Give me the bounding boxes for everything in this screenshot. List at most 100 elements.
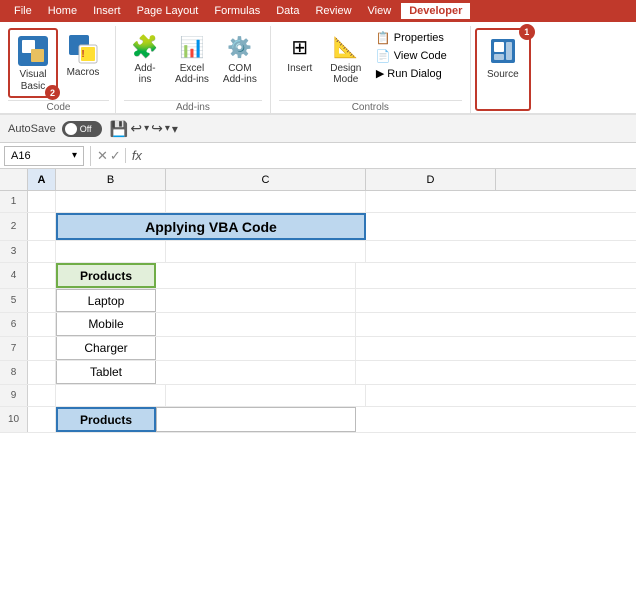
cell-d5[interactable] — [356, 289, 486, 312]
redo-icon[interactable]: ↪ — [151, 120, 163, 137]
menu-data[interactable]: Data — [268, 3, 307, 19]
run-dialog-icon: ▶ — [376, 67, 384, 80]
row-num-3: 3 — [0, 241, 28, 262]
name-box[interactable]: A16 ▾ — [4, 146, 84, 166]
autosave-toggle[interactable]: Off — [62, 121, 102, 137]
toggle-off-label: Off — [80, 124, 92, 134]
cell-d2[interactable] — [366, 213, 496, 240]
view-code-label: View Code — [394, 50, 447, 62]
cell-c8[interactable] — [156, 361, 356, 384]
cell-b5[interactable]: Laptop — [56, 289, 156, 312]
cell-a10[interactable] — [28, 407, 56, 432]
cell-b8[interactable]: Tablet — [56, 361, 156, 384]
table-row: 6 Mobile — [0, 313, 636, 337]
cell-d8[interactable] — [356, 361, 486, 384]
menu-developer[interactable]: Developer — [399, 1, 472, 21]
confirm-formula-icon[interactable]: ✓ — [110, 148, 121, 164]
design-mode-icon: 📐 — [330, 31, 362, 63]
run-dialog-button[interactable]: ▶ Run Dialog — [373, 66, 450, 81]
macros-button[interactable]: ! Macros — [60, 28, 106, 82]
table-row: 3 — [0, 241, 636, 263]
cell-d7[interactable] — [356, 337, 486, 360]
properties-label: Properties — [394, 32, 444, 44]
properties-button[interactable]: 📋 Properties — [373, 30, 450, 46]
ribbon: VisualBasic 2 ! Macros C — [0, 22, 636, 115]
menu-bar: File Home Insert Page Layout Formulas Da… — [0, 0, 636, 22]
cell-d1[interactable] — [366, 191, 496, 212]
customize-icon[interactable]: ▾ — [172, 122, 178, 136]
insert-control-button[interactable]: ⊞ Insert — [279, 28, 321, 88]
cell-c1[interactable] — [166, 191, 366, 212]
cancel-formula-icon[interactable]: ✕ — [97, 148, 108, 164]
cell-b9[interactable] — [56, 385, 166, 406]
name-box-dropdown[interactable]: ▾ — [72, 150, 77, 161]
insert-control-icon: ⊞ — [284, 31, 316, 63]
table-row: 2 Applying VBA Code — [0, 213, 636, 241]
menu-file[interactable]: File — [6, 3, 40, 19]
undo-icon[interactable]: ↩ — [130, 120, 142, 137]
cell-c5[interactable] — [156, 289, 356, 312]
design-mode-button[interactable]: 📐 DesignMode — [325, 28, 367, 88]
cell-c9[interactable] — [166, 385, 366, 406]
cell-a8[interactable] — [28, 361, 56, 384]
menu-formulas[interactable]: Formulas — [206, 3, 268, 19]
cell-c3[interactable] — [166, 241, 366, 262]
formula-input[interactable] — [148, 150, 636, 162]
col-header-c[interactable]: C — [166, 169, 366, 190]
excel-add-ins-icon: 📊 — [176, 31, 208, 63]
menu-page-layout[interactable]: Page Layout — [129, 3, 207, 19]
cell-a5[interactable] — [28, 289, 56, 312]
menu-view[interactable]: View — [360, 3, 400, 19]
cell-c7[interactable] — [156, 337, 356, 360]
cell-a9[interactable] — [28, 385, 56, 406]
cell-b7[interactable]: Charger — [56, 337, 156, 360]
cell-b4-header[interactable]: Products — [56, 263, 156, 288]
formula-bar: A16 ▾ ✕ ✓ fx — [0, 143, 636, 169]
com-add-ins-button[interactable]: ⚙️ COMAdd-ins — [218, 28, 262, 88]
menu-insert[interactable]: Insert — [85, 3, 129, 19]
undo-dropdown-icon[interactable]: ▾ — [144, 123, 149, 134]
menu-home[interactable]: Home — [40, 3, 85, 19]
cell-c4[interactable] — [156, 263, 356, 288]
cell-c6[interactable] — [156, 313, 356, 336]
visual-basic-button[interactable]: VisualBasic 2 — [8, 28, 58, 98]
ribbon-group-controls: ⊞ Insert 📐 DesignMode 📋 Properties — [271, 26, 471, 113]
col-header-d[interactable]: D — [366, 169, 496, 190]
properties-icon: 📋 — [376, 31, 391, 45]
cell-a2[interactable] — [28, 213, 56, 240]
cell-a3[interactable] — [28, 241, 56, 262]
row-header-spacer — [0, 169, 28, 190]
cell-b6[interactable]: Mobile — [56, 313, 156, 336]
add-ins-button[interactable]: 🧩 Add-ins — [124, 28, 166, 88]
cell-a6[interactable] — [28, 313, 56, 336]
cell-c10[interactable] — [156, 407, 356, 432]
col-header-a[interactable]: A — [28, 169, 56, 190]
toggle-knob — [65, 123, 77, 135]
excel-add-ins-button[interactable]: 📊 ExcelAdd-ins — [170, 28, 214, 88]
cell-d4[interactable] — [356, 263, 486, 288]
cell-b10-header[interactable]: Products — [56, 407, 156, 432]
save-icon[interactable]: 💾 — [110, 120, 129, 138]
table-row: 10 Products — [0, 407, 636, 433]
cell-d9[interactable] — [366, 385, 496, 406]
cell-b2-merged[interactable]: Applying VBA Code — [56, 213, 366, 240]
source-icon — [485, 33, 521, 69]
com-add-ins-icon: ⚙️ — [224, 31, 256, 63]
row-num-10: 10 — [0, 407, 28, 432]
cell-b1[interactable] — [56, 191, 166, 212]
fx-button[interactable]: fx — [125, 148, 148, 163]
cell-a1[interactable] — [28, 191, 56, 212]
cell-a4[interactable] — [28, 263, 56, 288]
menu-review[interactable]: Review — [307, 3, 359, 19]
source-button[interactable]: 1 Source — [475, 28, 531, 111]
row-num-5: 5 — [0, 289, 28, 312]
cell-a7[interactable] — [28, 337, 56, 360]
cell-d3[interactable] — [366, 241, 496, 262]
view-code-button[interactable]: 📄 View Code — [373, 48, 450, 64]
cell-b3[interactable] — [56, 241, 166, 262]
redo-dropdown-icon[interactable]: ▾ — [165, 123, 170, 134]
table-row: 7 Charger — [0, 337, 636, 361]
col-header-b[interactable]: B — [56, 169, 166, 190]
cell-d6[interactable] — [356, 313, 486, 336]
cell-d10[interactable] — [356, 407, 486, 432]
